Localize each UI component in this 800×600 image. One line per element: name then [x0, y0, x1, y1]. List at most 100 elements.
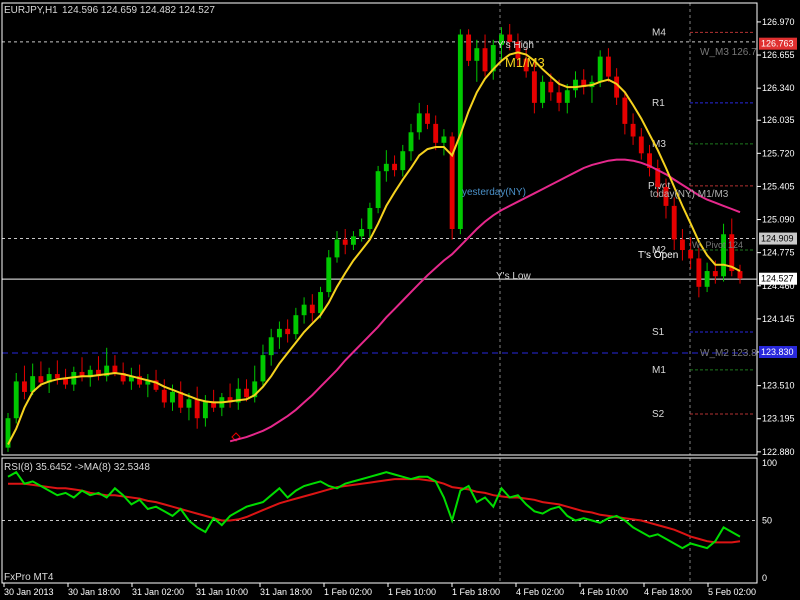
rsi-y-tick-label: 50	[762, 516, 772, 526]
candle-body	[474, 48, 480, 61]
x-tick-label: 4 Feb 18:00	[644, 587, 692, 597]
candle-body	[573, 79, 578, 91]
chart-canvas: M4R1M3PivotM2S1M1S2 100500 126.970126.65…	[1, 2, 797, 597]
candle-body	[194, 399, 200, 419]
open-price-box: 124.909	[761, 234, 794, 244]
candle-body	[712, 271, 718, 277]
weekly-price-box: 123.830	[761, 347, 794, 357]
y-tick-label: 123.510	[762, 381, 795, 391]
platform-label: FxPro MT4	[4, 572, 54, 583]
yesterday-label: yesterday(NY)	[462, 187, 526, 198]
candle-body	[416, 113, 422, 133]
candle-body	[367, 207, 373, 229]
level-label-m1: M1	[652, 365, 666, 376]
candle-body	[548, 81, 554, 93]
candle-body	[22, 381, 27, 392]
candle-body	[260, 355, 266, 382]
candle-body	[622, 97, 628, 124]
candle-body	[268, 337, 274, 356]
candle-body	[556, 92, 562, 103]
rsi-series: 100 50 0	[2, 458, 777, 583]
y-tick-label: 124.145	[762, 314, 795, 324]
y-tick-label: 125.720	[762, 148, 795, 158]
ma-fast-line	[7, 51, 741, 445]
candle-body	[737, 271, 743, 279]
level-label-m4: M4	[652, 27, 666, 38]
y-tick-label: 126.970	[762, 17, 795, 27]
x-tick-label: 31 Jan 02:00	[132, 587, 184, 597]
x-tick-label: 30 Jan 2013	[4, 587, 54, 597]
today-label: today(NY) M1/M3	[650, 189, 729, 200]
candle-body	[285, 328, 291, 335]
candle-body	[433, 123, 439, 143]
ma-slow-line	[229, 158, 741, 443]
x-tick-label: 31 Jan 18:00	[260, 587, 312, 597]
y-tick-label: 125.090	[762, 215, 795, 225]
candle-body	[170, 391, 175, 403]
candle-body	[704, 271, 710, 287]
w-m3-label: W_M3 126.7	[700, 47, 757, 58]
y-tick-label: 124.775	[762, 248, 795, 258]
y-tick-label: 123.195	[762, 414, 795, 424]
candle-body	[564, 90, 570, 103]
ys-low-label: Y's Low	[496, 271, 531, 282]
candle-body	[392, 163, 398, 171]
candle-body	[359, 229, 365, 237]
candle-body	[301, 304, 307, 316]
candle-body	[671, 205, 677, 240]
candle-body	[375, 171, 381, 208]
candle-body	[425, 113, 430, 124]
moving-averages	[7, 51, 741, 445]
candle-body	[186, 399, 192, 408]
rsi-y-tick-label: 0	[762, 573, 767, 583]
x-tick-label: 1 Feb 18:00	[452, 587, 500, 597]
candle-body	[318, 292, 323, 314]
candle-body	[679, 239, 685, 251]
candlestick-series	[5, 24, 743, 452]
x-tick-label: 5 Feb 02:00	[708, 587, 756, 597]
x-tick-label: 1 Feb 02:00	[324, 587, 372, 597]
y-tick-label: 125.405	[762, 181, 795, 191]
ask-price-box: 126.763	[761, 39, 794, 49]
candle-body	[38, 376, 44, 383]
rsi-ma-line	[8, 478, 741, 544]
y-tick-label: 126.655	[762, 50, 795, 60]
candle-body	[696, 258, 702, 287]
candle-body	[540, 81, 546, 103]
pivot-levels: M4R1M3PivotM2S1M1S2	[648, 27, 754, 420]
candle-body	[276, 328, 282, 338]
candle-body	[441, 136, 447, 143]
current-price-box: 124.527	[761, 274, 794, 284]
ys-high-label: Y's High	[497, 40, 534, 51]
candle-body	[326, 257, 332, 293]
level-label-s2: S2	[652, 409, 665, 420]
candle-body	[605, 56, 611, 77]
y-tick-label: 126.340	[762, 83, 795, 93]
rsi-line	[7, 470, 741, 550]
ts-open-label: T's Open	[638, 250, 678, 261]
y-tick-label: 122.880	[762, 447, 795, 457]
candle-body	[54, 374, 60, 379]
level-label-s1: S1	[652, 327, 665, 338]
candle-body	[342, 239, 348, 245]
x-tick-label: 30 Jan 18:00	[68, 587, 120, 597]
candle-body	[202, 401, 208, 419]
candle-body	[334, 239, 340, 258]
main-panel-border	[1, 2, 758, 456]
x-tick-label: 4 Feb 10:00	[580, 587, 628, 597]
candle-body	[597, 56, 603, 82]
w-pivot-label: W_Pivot 124	[692, 240, 743, 250]
y-tick-label: 126.035	[762, 115, 795, 125]
x-tick-label: 31 Jan 10:00	[196, 587, 248, 597]
candle-body	[350, 236, 356, 245]
x-tick-label: 1 Feb 10:00	[388, 587, 436, 597]
candle-body	[161, 389, 167, 403]
candle-body	[466, 34, 472, 61]
candle-body	[638, 136, 644, 154]
m1m3-label: M1/M3	[505, 55, 545, 70]
candle-body	[614, 76, 620, 98]
candle-body	[244, 388, 249, 398]
candle-body	[531, 71, 537, 103]
symbol-label: EURJPY,H1	[4, 5, 58, 16]
candle-body	[630, 123, 636, 137]
